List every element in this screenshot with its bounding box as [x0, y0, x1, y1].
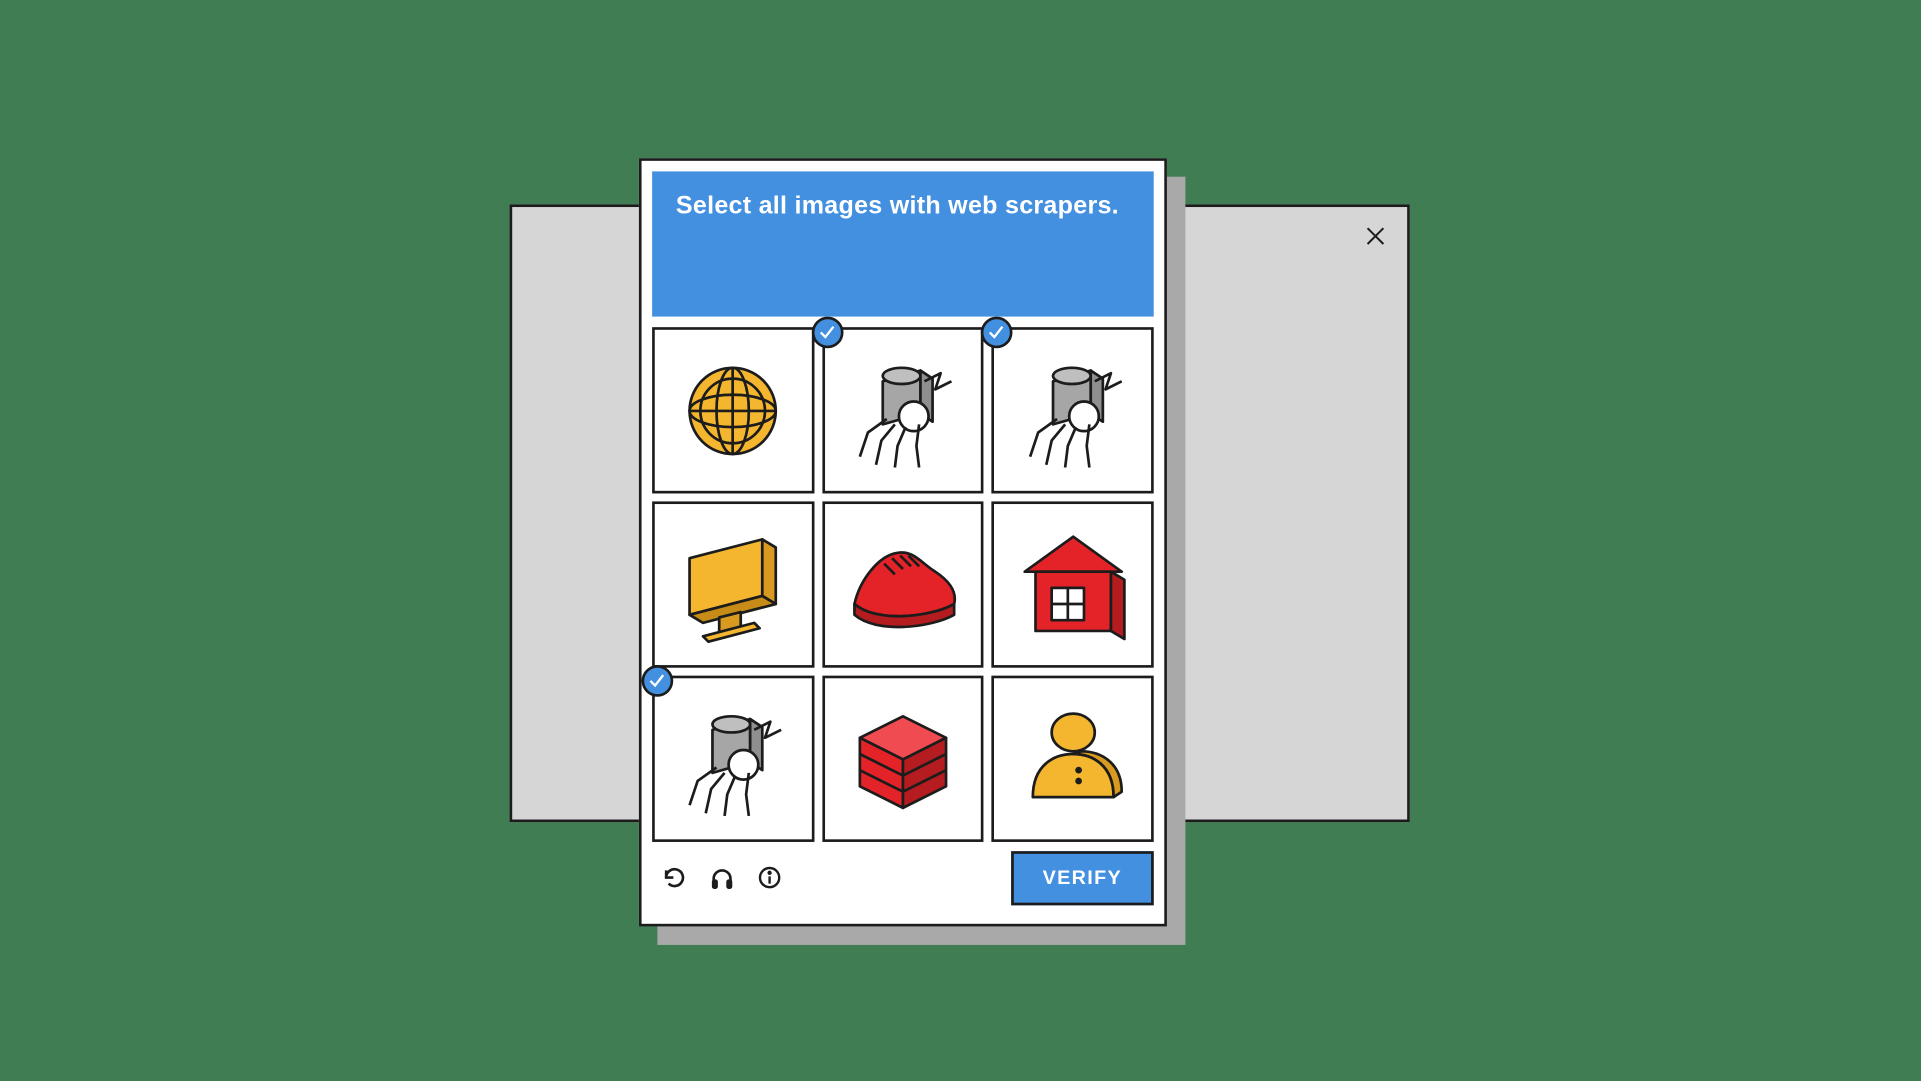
- server-icon: [835, 689, 970, 827]
- info-button[interactable]: [755, 863, 784, 892]
- check-icon: [987, 323, 1005, 341]
- refresh-button[interactable]: [660, 863, 689, 892]
- captcha-tile-4[interactable]: [652, 501, 814, 667]
- house-icon: [1005, 515, 1140, 653]
- person-icon: [1005, 689, 1140, 827]
- audio-button[interactable]: [707, 863, 736, 892]
- check-icon: [648, 671, 666, 689]
- scraper-icon: [665, 689, 800, 827]
- scraper-icon: [835, 341, 970, 479]
- captcha-instruction: Select all images with web scrapers.: [675, 192, 1118, 220]
- captcha-tile-1[interactable]: [652, 327, 814, 493]
- refresh-icon: [661, 864, 687, 890]
- tile-selected-badge: [641, 665, 673, 697]
- tile-selected-badge: [981, 316, 1013, 348]
- captcha-tile-2[interactable]: [821, 327, 983, 493]
- captcha-grid: [652, 327, 1154, 842]
- verify-button-label: VERIFY: [1042, 866, 1121, 888]
- captcha-panel: Select all images with web scrapers.: [638, 158, 1166, 926]
- tile-selected-badge: [811, 316, 843, 348]
- check-icon: [817, 323, 835, 341]
- close-icon: [1363, 224, 1387, 248]
- footer-icon-group: [652, 863, 784, 892]
- headphones-icon: [708, 864, 734, 890]
- captcha-tile-8[interactable]: [821, 675, 983, 841]
- scraper-icon: [1005, 341, 1140, 479]
- info-icon: [756, 864, 782, 890]
- captcha-tile-9[interactable]: [991, 675, 1153, 841]
- captcha-tile-3[interactable]: [991, 327, 1153, 493]
- shoe-icon: [835, 515, 970, 653]
- window-close-button[interactable]: [1357, 217, 1394, 254]
- verify-button[interactable]: VERIFY: [1010, 850, 1153, 904]
- captcha-header: Select all images with web scrapers.: [652, 171, 1154, 316]
- captcha-tile-6[interactable]: [991, 501, 1153, 667]
- captcha-footer: VERIFY: [652, 841, 1154, 912]
- monitor-icon: [665, 515, 800, 653]
- globe-icon: [665, 341, 800, 479]
- captcha-tile-5[interactable]: [821, 501, 983, 667]
- captcha-tile-7[interactable]: [652, 675, 814, 841]
